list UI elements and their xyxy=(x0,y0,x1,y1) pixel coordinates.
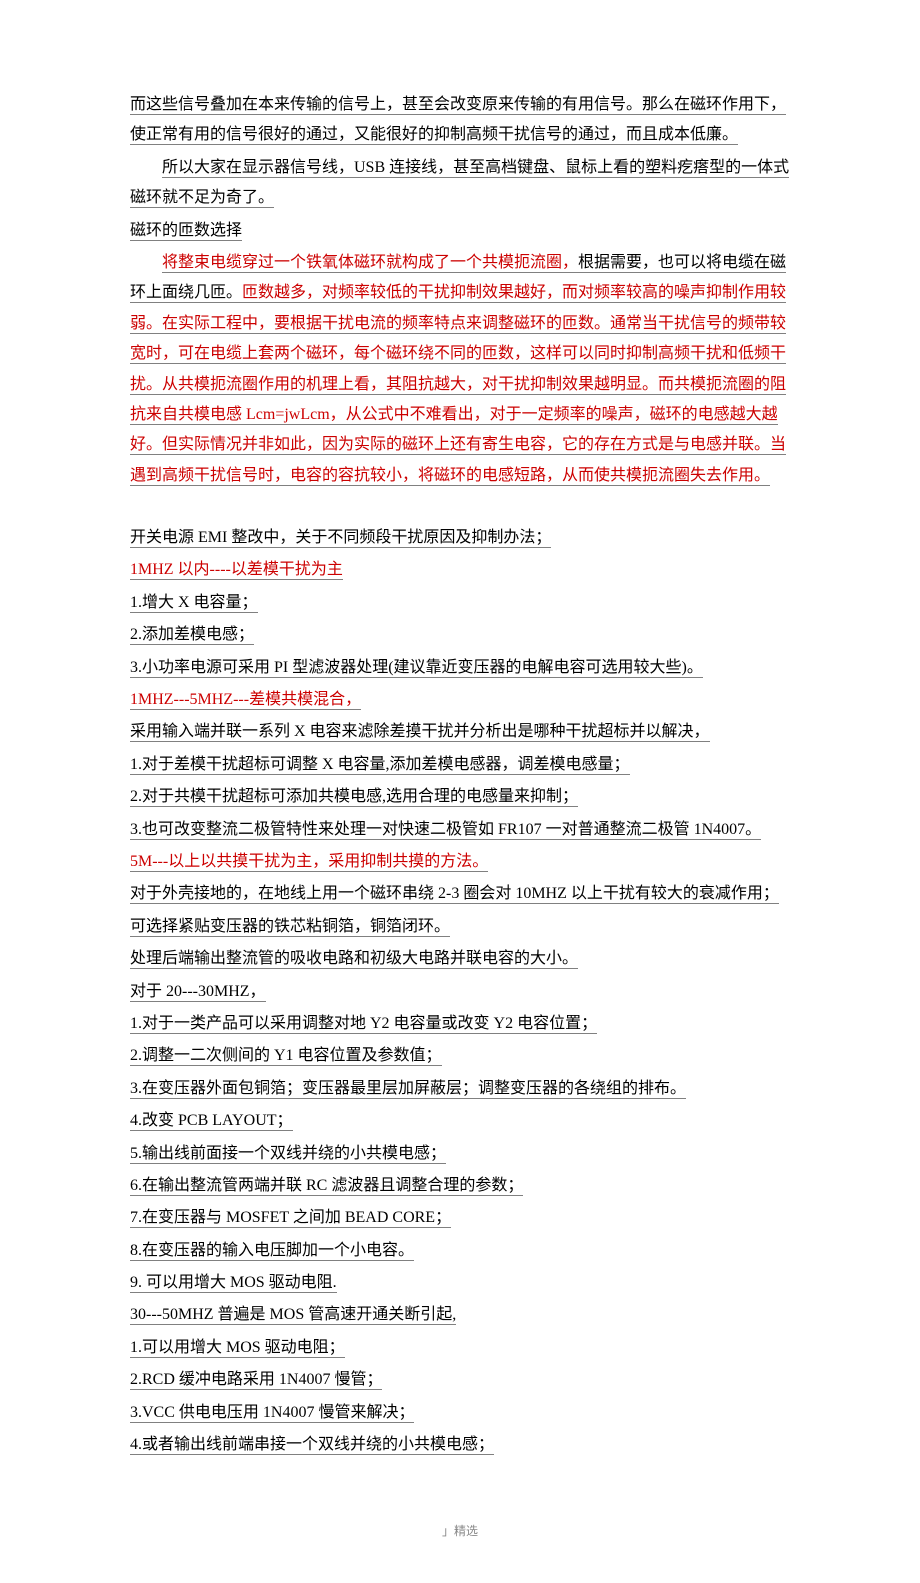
text-segment: 2.对于共模干扰超标可添加共模电感,选用合理的电感量来抑制； xyxy=(130,788,578,807)
item-4-4: 4.改变 PCB LAYOUT； xyxy=(130,1106,790,1136)
item-4-3: 3.在变压器外面包铜箔；变压器最里层加屏蔽层；调整变压器的各绕组的排布。 xyxy=(130,1074,790,1104)
text-segment: 5.输出线前面接一个双线并绕的小共模电感； xyxy=(130,1145,446,1164)
text-segment: 3.小功率电源可采用 PI 型滤波器处理(建议靠近变压器的电解电容可选用较大些)… xyxy=(130,659,703,678)
item-4-8: 8.在变压器的输入电压脚加一个小电容。 xyxy=(130,1236,790,1266)
text-segment: 9. 可以用增大 MOS 驱动电阻. xyxy=(130,1274,337,1293)
text-segment: 2.调整一二次侧间的 Y1 电容位置及参数值； xyxy=(130,1047,442,1066)
text-segment: 而这些信号叠加在本来传输的信号上，甚至会改变原来传输的有用信号。那么在磁环作用下… xyxy=(130,96,786,145)
text-segment: 对于外壳接地的，在地线上用一个磁环串绕 2-3 圈会对 10MHZ 以上干扰有较… xyxy=(130,885,779,904)
item-1-2: 2.添加差模电感； xyxy=(130,620,790,650)
text-segment: 2.添加差模电感； xyxy=(130,626,254,645)
page-footer: 」精选 xyxy=(130,1520,790,1543)
heading-1-5mhz: 1MHZ---5MHZ---差模共模混合， xyxy=(130,685,790,715)
intro-paragraph-1: 而这些信号叠加在本来传输的信号上，甚至会改变原来传输的有用信号。那么在磁环作用下… xyxy=(130,90,790,151)
heading-20-30mhz: 对于 20---30MHZ， xyxy=(130,977,790,1007)
text-segment: 6.在输出整流管两端并联 RC 滤波器且调整合理的参数； xyxy=(130,1177,523,1196)
item-5-3: 3.VCC 供电电压用 1N4007 慢管来解决； xyxy=(130,1398,790,1428)
text-segment: 8.在变压器的输入电压脚加一个小电容。 xyxy=(130,1242,414,1261)
item-1-1: 1.增大 X 电容量； xyxy=(130,588,790,618)
text-segment: 1.增大 X 电容量； xyxy=(130,594,258,613)
text-segment: 1.可以用增大 MOS 驱动电阻； xyxy=(130,1339,345,1358)
text-red: 1MHZ 以内----以差模干扰为主 xyxy=(130,561,343,580)
text-segment: 7.在变压器与 MOSFET 之间加 BEAD CORE； xyxy=(130,1209,451,1228)
heading-30-50mhz: 30---50MHZ 普遍是 MOS 管高速开通关断引起, xyxy=(130,1300,790,1330)
text-segment: 4.或者输出线前端串接一个双线并绕的小共模电感； xyxy=(130,1436,494,1455)
item-3-3: 处理后端输出整流管的吸收电路和初级大电路并联电容的大小。 xyxy=(130,944,790,974)
text-segment: 2.RCD 缓冲电路采用 1N4007 慢管； xyxy=(130,1371,382,1390)
item-3-2: 可选择紧贴变压器的铁芯粘铜箔，铜箔闭环。 xyxy=(130,912,790,942)
item-4-1: 1.对于一类产品可以采用调整对地 Y2 电容量或改变 Y2 电容位置； xyxy=(130,1009,790,1039)
item-2-3: 3.也可改变整流二极管特性来处理一对快速二极管如 FR107 一对普通整流二极管… xyxy=(130,815,790,845)
text-segment: 所以大家在显示器信号线，USB 连接线，甚至高档键盘、鼠标上看的塑料疙瘩型的一体… xyxy=(130,159,789,208)
text-segment: 3.在变压器外面包铜箔；变压器最里层加屏蔽层；调整变压器的各绕组的排布。 xyxy=(130,1080,686,1099)
item-5-2: 2.RCD 缓冲电路采用 1N4007 慢管； xyxy=(130,1365,790,1395)
text-segment: 4.改变 PCB LAYOUT； xyxy=(130,1112,293,1131)
text-segment: 30---50MHZ 普遍是 MOS 管高速开通关断引起, xyxy=(130,1306,456,1325)
item-2-2: 2.对于共模干扰超标可添加共模电感,选用合理的电感量来抑制； xyxy=(130,782,790,812)
text-segment: 磁环的匝数选择 xyxy=(130,222,242,241)
item-4-9: 9. 可以用增大 MOS 驱动电阻. xyxy=(130,1268,790,1298)
intro-paragraph-2: 所以大家在显示器信号线，USB 连接线，甚至高档键盘、鼠标上看的塑料疙瘩型的一体… xyxy=(130,153,790,214)
text-segment: 开关电源 EMI 整改中，关于不同频段干扰原因及抑制办法； xyxy=(130,529,551,548)
item-5-1: 1.可以用增大 MOS 驱动电阻； xyxy=(130,1333,790,1363)
item-2-1: 1.对于差模干扰超标可调整 X 电容量,添加差模电感器，调差模电感量； xyxy=(130,750,790,780)
heading-1mhz: 1MHZ 以内----以差模干扰为主 xyxy=(130,555,790,585)
text-segment: 3.VCC 供电电压用 1N4007 慢管来解决； xyxy=(130,1404,414,1423)
item-5-4: 4.或者输出线前端串接一个双线并绕的小共模电感； xyxy=(130,1430,790,1460)
item-3-1: 对于外壳接地的，在地线上用一个磁环串绕 2-3 圈会对 10MHZ 以上干扰有较… xyxy=(130,879,790,909)
text-segment: 可选择紧贴变压器的铁芯粘铜箔，铜箔闭环。 xyxy=(130,918,450,937)
heading-ring-turns: 磁环的匝数选择 xyxy=(130,216,790,246)
heading-5m-up: 5M---以上以共摸干扰为主，采用抑制共摸的方法。 xyxy=(130,847,790,877)
text-red: 将整束电缆穿过一个铁氧体磁环就构成了一个共模扼流圈， xyxy=(162,254,578,271)
item-2-0: 采用输入端并联一系列 X 电容来滤除差摸干扰并分析出是哪种干扰超标并以解决， xyxy=(130,717,790,747)
text-red: 1MHZ---5MHZ---差模共模混合， xyxy=(130,691,361,710)
text-segment: 1.对于一类产品可以采用调整对地 Y2 电容量或改变 Y2 电容位置； xyxy=(130,1015,597,1034)
item-1-3: 3.小功率电源可采用 PI 型滤波器处理(建议靠近变压器的电解电容可选用较大些)… xyxy=(130,653,790,683)
spacer xyxy=(130,493,790,523)
text-segment: 3.也可改变整流二极管特性来处理一对快速二极管如 FR107 一对普通整流二极管… xyxy=(130,821,761,840)
item-4-2: 2.调整一二次侧间的 Y1 电容位置及参数值； xyxy=(130,1041,790,1071)
section-title: 开关电源 EMI 整改中，关于不同频段干扰原因及抑制办法； xyxy=(130,523,790,553)
intro-paragraph-4: 将整束电缆穿过一个铁氧体磁环就构成了一个共模扼流圈，根据需要，也可以将电缆在磁环… xyxy=(130,248,790,491)
text-segment: 对于 20---30MHZ， xyxy=(130,983,266,1002)
text-segment: 处理后端输出整流管的吸收电路和初级大电路并联电容的大小。 xyxy=(130,950,578,969)
text-red: 5M---以上以共摸干扰为主，采用抑制共摸的方法。 xyxy=(130,853,488,872)
text-red: 匝数越多，对频率较低的干扰抑制效果越好，而对频率较高的噪声抑制作用较弱。在实际工… xyxy=(130,284,786,483)
text-segment: 采用输入端并联一系列 X 电容来滤除差摸干扰并分析出是哪种干扰超标并以解决， xyxy=(130,723,710,742)
text-segment: 1.对于差模干扰超标可调整 X 电容量,添加差模电感器，调差模电感量； xyxy=(130,756,630,775)
item-4-6: 6.在输出整流管两端并联 RC 滤波器且调整合理的参数； xyxy=(130,1171,790,1201)
item-4-7: 7.在变压器与 MOSFET 之间加 BEAD CORE； xyxy=(130,1203,790,1233)
item-4-5: 5.输出线前面接一个双线并绕的小共模电感； xyxy=(130,1139,790,1169)
